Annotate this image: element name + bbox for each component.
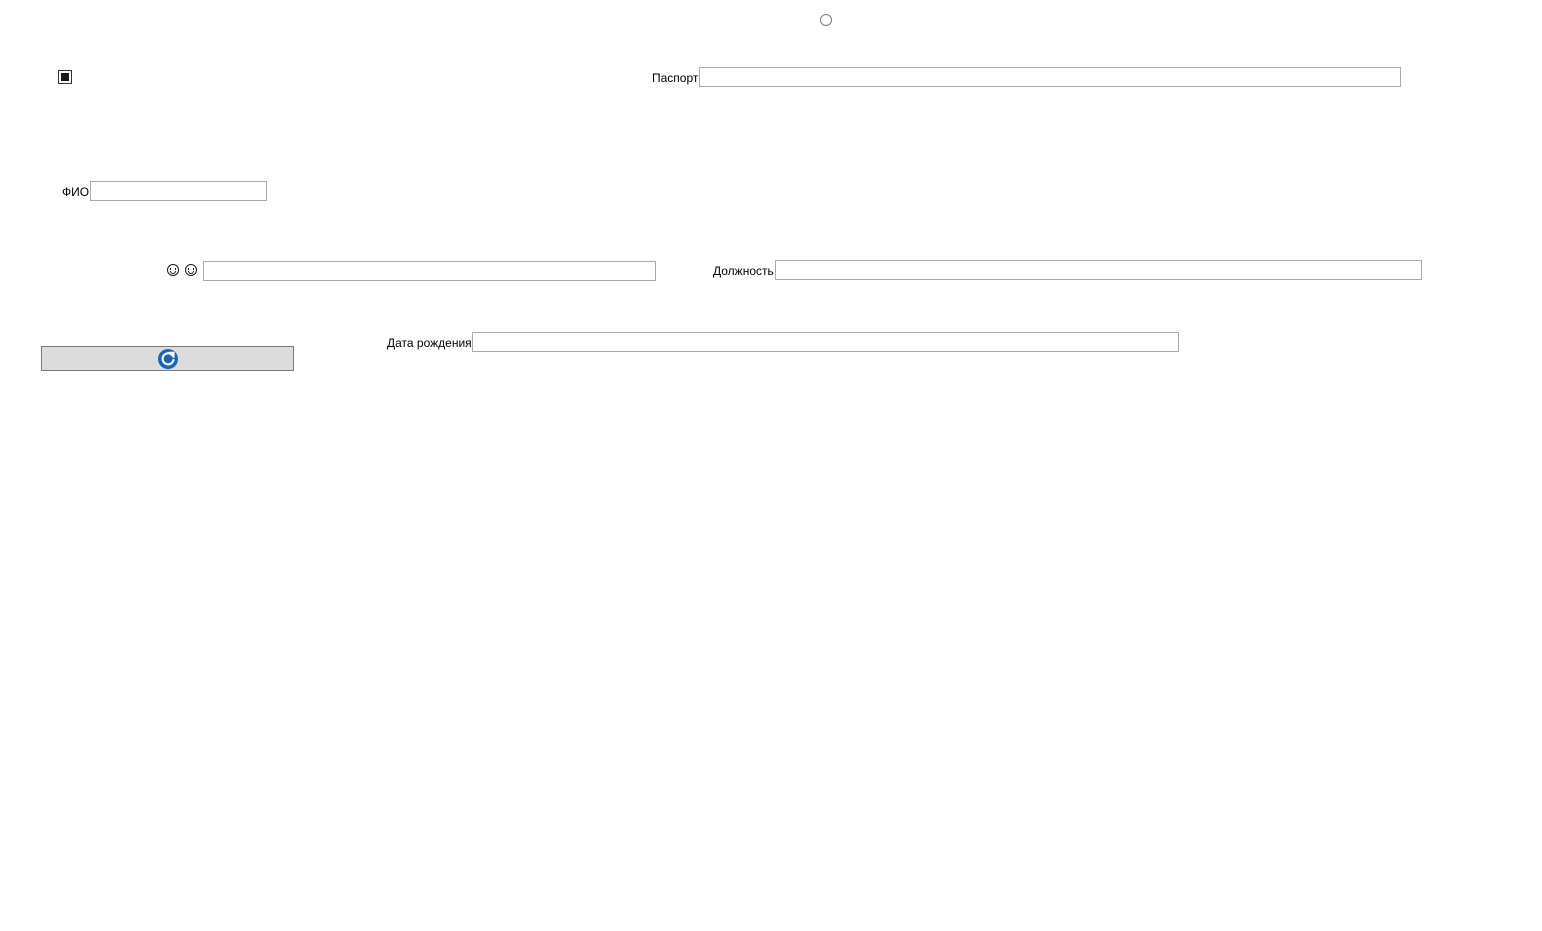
passport-input[interactable] [699,67,1401,87]
smiley-icon [185,264,197,276]
position-input[interactable] [775,260,1422,280]
fio-input[interactable] [90,181,267,201]
radio-button[interactable] [820,14,832,26]
checkbox[interactable] [58,70,72,84]
emoji-input[interactable] [203,261,656,281]
birthdate-label: Дата рождения [387,336,472,350]
passport-label: Паспорт [652,71,699,85]
smiley-icon [167,264,179,276]
emoji-icons [167,264,197,276]
position-label: Должность [713,264,774,278]
fio-label: ФИО [62,185,90,199]
birthdate-input[interactable] [472,332,1179,352]
refresh-button[interactable] [41,346,294,371]
checkbox-mark [61,73,69,81]
refresh-icon [157,348,178,369]
